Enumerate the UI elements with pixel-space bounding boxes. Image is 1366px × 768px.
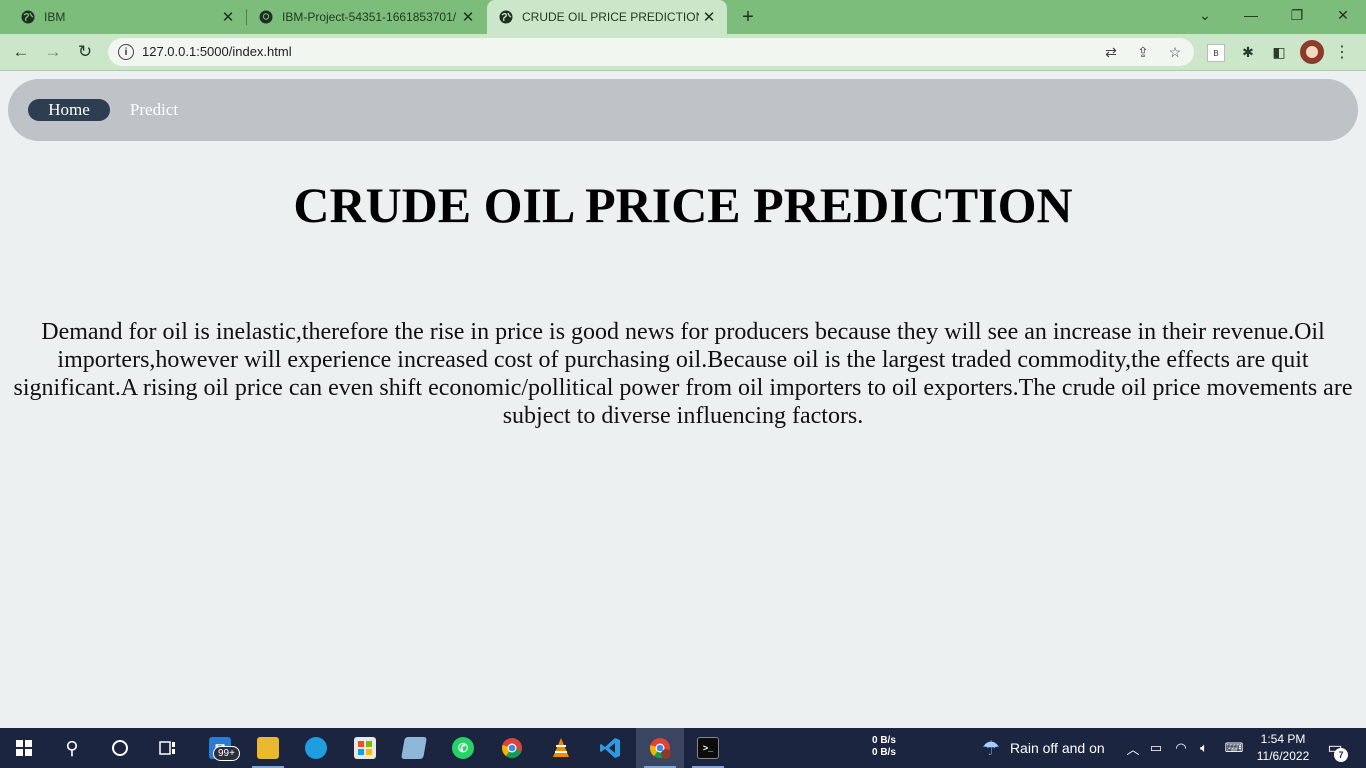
browser-tab-strip: IBM ✕ IBM-Project-54351-1661853701/ ✕ CR…: [0, 0, 1366, 34]
notification-count: 7: [1334, 748, 1348, 762]
tab-ibm[interactable]: IBM ✕: [0, 0, 246, 34]
battery-icon[interactable]: ▭: [1146, 738, 1166, 758]
tab-title: IBM-Project-54351-1661853701/: [282, 10, 457, 24]
new-tab-icon[interactable]: +: [736, 5, 760, 29]
mail-badge: 99+: [213, 746, 240, 761]
globe-icon: [21, 10, 35, 24]
umbrella-rain-icon: ☂: [982, 737, 1000, 760]
tab-title: CRUDE OIL PRICE PREDICTION: [522, 10, 699, 24]
windows-start-icon[interactable]: [0, 728, 48, 768]
volume-icon[interactable]: 🔈︎: [1194, 738, 1214, 758]
terminal-icon[interactable]: >_: [684, 728, 732, 768]
chevron-up-icon[interactable]: ︿: [1123, 738, 1143, 758]
github-icon: [259, 10, 273, 24]
weather-widget[interactable]: ☂ Rain off and on: [982, 736, 1105, 760]
tab-search-icon[interactable]: ⌄: [1182, 0, 1228, 30]
clock-date: 11/6/2022: [1256, 749, 1310, 763]
edge-icon[interactable]: [292, 728, 340, 768]
window-close-icon[interactable]: ✕: [1320, 0, 1366, 30]
task-view-icon[interactable]: [144, 728, 192, 768]
network-speed: 0 B/s 0 B/s: [872, 735, 896, 758]
tab-title: IBM: [44, 10, 66, 24]
address-bar[interactable]: i 127.0.0.1:5000/index.html ⇄ ⇪ ☆: [108, 38, 1194, 66]
reload-icon[interactable]: ↻: [72, 39, 98, 65]
side-panel-icon[interactable]: ◧: [1268, 41, 1290, 63]
vlc-icon[interactable]: [537, 728, 585, 768]
extension-b-icon[interactable]: B: [1207, 44, 1225, 62]
cortana-icon[interactable]: [96, 728, 144, 768]
tab-github[interactable]: IBM-Project-54351-1661853701/ ✕: [238, 0, 486, 34]
close-icon[interactable]: ✕: [699, 7, 719, 27]
vscode-icon[interactable]: [586, 728, 634, 768]
close-icon[interactable]: ✕: [458, 7, 478, 27]
forward-icon[interactable]: →: [40, 39, 66, 65]
back-icon[interactable]: ←: [8, 39, 34, 65]
browser-toolbar: ← → ↻ i 127.0.0.1:5000/index.html ⇄ ⇪ ☆: [0, 34, 1366, 71]
wifi-icon[interactable]: ◠: [1171, 738, 1191, 758]
clock-time: 1:54 PM: [1260, 732, 1306, 746]
search-icon[interactable]: ⚲: [48, 728, 96, 768]
globe-icon: [499, 10, 513, 24]
share-icon[interactable]: ⇪: [1134, 43, 1152, 61]
nav-home[interactable]: Home: [28, 99, 110, 121]
keyboard-icon[interactable]: ⌨: [1222, 738, 1246, 758]
menu-dots-icon[interactable]: ⋮: [1334, 40, 1350, 64]
restore-icon[interactable]: ❐: [1274, 0, 1320, 30]
translate-icon[interactable]: ⇄: [1102, 43, 1120, 61]
bookmark-star-icon[interactable]: ☆: [1166, 43, 1184, 61]
site-navbar: Home Predict: [8, 79, 1358, 141]
page-title: CRUDE OIL PRICE PREDICTION: [293, 177, 1073, 233]
chrome-profile-icon[interactable]: [636, 728, 684, 768]
info-icon[interactable]: i: [118, 44, 134, 60]
whatsapp-icon[interactable]: ✆: [439, 728, 487, 768]
tab-crude-oil[interactable]: CRUDE OIL PRICE PREDICTION ✕: [487, 0, 727, 34]
extensions-puzzle-icon[interactable]: ✱: [1237, 41, 1259, 63]
store-icon[interactable]: [341, 728, 389, 768]
chrome-icon[interactable]: [488, 728, 536, 768]
minimize-icon[interactable]: —: [1228, 0, 1274, 30]
page-description: Demand for oil is inelastic,therefore th…: [13, 319, 1353, 429]
nav-predict[interactable]: Predict: [124, 99, 184, 121]
weather-text: Rain off and on: [1009, 740, 1105, 756]
system-clock[interactable]: 1:54 PM 11/6/2022: [1252, 731, 1314, 765]
close-icon[interactable]: ✕: [218, 7, 238, 27]
notepad-icon[interactable]: [390, 728, 438, 768]
file-explorer-icon[interactable]: [244, 728, 292, 768]
url-text[interactable]: 127.0.0.1:5000/index.html: [142, 44, 292, 59]
profile-avatar[interactable]: [1300, 40, 1324, 64]
